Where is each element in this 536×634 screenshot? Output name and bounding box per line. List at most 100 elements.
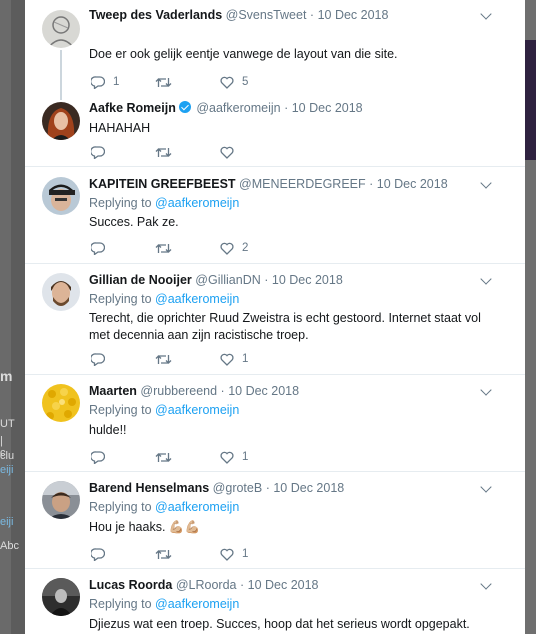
separator: · (220, 384, 225, 398)
chevron-down-icon[interactable] (480, 273, 492, 285)
reply-button[interactable]: 1 (91, 74, 119, 90)
replying-prefix: Replying to (89, 500, 152, 514)
tweet-date[interactable]: 10 Dec 2018 (248, 578, 319, 592)
background-fragment: eiji (0, 516, 14, 528)
separator: · (265, 481, 270, 495)
avatar[interactable] (42, 578, 80, 616)
replies-panel[interactable]: Tweep des Vaderlands @SvensTweet · 10 De… (25, 0, 525, 634)
user-handle[interactable]: @MENEERDEGREEF (239, 177, 366, 191)
avatar[interactable] (42, 177, 80, 215)
replying-to: Replying to @aafkeromeijn (89, 292, 239, 306)
tweet-date[interactable]: 10 Dec 2018 (318, 8, 389, 22)
user-handle[interactable]: @rubbereend (140, 384, 217, 398)
tweet-text: Djiezus wat een troep. Succes, hoop dat … (89, 617, 470, 631)
retweet-icon (155, 76, 172, 89)
tweet-text: hulde!! (89, 423, 127, 437)
tweet-header: KAPITEIN GREEFBEEST @MENEERDEGREEF · 10 … (89, 177, 448, 191)
tweet-date[interactable]: 10 Dec 2018 (377, 177, 448, 191)
reply-button[interactable] (91, 546, 113, 562)
chevron-down-icon[interactable] (480, 481, 492, 493)
display-name[interactable]: Aafke Romeijn (89, 101, 176, 115)
chevron-down-icon[interactable] (480, 384, 492, 396)
retweet-icon (155, 548, 172, 561)
user-handle[interactable]: @aafkeromeijn (196, 101, 280, 115)
retweet-button[interactable] (155, 546, 180, 562)
display-name[interactable]: Gillian de Nooijer (89, 273, 192, 287)
tweet-header: Lucas Roorda @LRoorda · 10 Dec 2018 (89, 578, 319, 592)
avatar[interactable] (42, 273, 80, 311)
tweet[interactable]: Maarten @rubbereend · 10 Dec 2018 Replyi… (25, 375, 525, 472)
chevron-down-icon[interactable] (480, 578, 492, 590)
reply-button[interactable] (91, 240, 113, 256)
like-button[interactable] (220, 144, 242, 160)
replying-to-link[interactable]: @aafkeromeijn (155, 403, 239, 417)
separator: · (284, 101, 289, 115)
retweet-button[interactable] (155, 240, 180, 256)
background-fragment: Abc (0, 540, 19, 552)
avatar[interactable] (42, 384, 80, 422)
display-name[interactable]: Maarten (89, 384, 137, 398)
tweet-text: Hou je haaks. 💪🏼💪🏼 (89, 520, 201, 534)
tweet[interactable]: Aafke Romeijn @aafkeromeijn · 10 Dec 201… (25, 96, 525, 167)
tweet[interactable]: Barend Henselmans @groteB · 10 Dec 2018 … (25, 472, 525, 569)
like-count: 1 (242, 451, 249, 463)
like-button[interactable]: 5 (220, 74, 248, 90)
background-banner-strip (525, 40, 536, 160)
tweet-date[interactable]: 10 Dec 2018 (228, 384, 299, 398)
tweet-header: Barend Henselmans @groteB · 10 Dec 2018 (89, 481, 344, 495)
user-handle[interactable]: @GillianDN (195, 273, 260, 287)
retweet-button[interactable] (155, 351, 180, 367)
tweet-date[interactable]: 10 Dec 2018 (272, 273, 343, 287)
avatar[interactable] (42, 102, 80, 140)
like-button[interactable]: 1 (220, 546, 248, 562)
display-name[interactable]: KAPITEIN GREEFBEEST (89, 177, 236, 191)
reply-button[interactable] (91, 144, 113, 160)
display-name[interactable]: Tweep des Vaderlands (89, 8, 222, 22)
replying-to: Replying to @aafkeromeijn (89, 500, 239, 514)
tweet-header: Aafke Romeijn @aafkeromeijn · 10 Dec 201… (89, 101, 363, 115)
replying-to-link[interactable]: @aafkeromeijn (155, 597, 239, 611)
user-handle[interactable]: @SvensTweet (226, 8, 307, 22)
user-handle[interactable]: @groteB (213, 481, 263, 495)
like-button[interactable]: 1 (220, 351, 248, 367)
background-page-right-edge (525, 0, 536, 634)
chevron-down-icon[interactable] (480, 177, 492, 189)
tweet-date[interactable]: 10 Dec 2018 (273, 481, 344, 495)
replying-to-link[interactable]: @aafkeromeijn (155, 292, 239, 306)
tweet-date[interactable]: 10 Dec 2018 (292, 101, 363, 115)
reply-button[interactable] (91, 351, 113, 367)
tweet[interactable]: KAPITEIN GREEFBEEST @MENEERDEGREEF · 10 … (25, 167, 525, 264)
chevron-down-icon[interactable] (480, 8, 492, 20)
reply-icon (91, 352, 105, 366)
reply-icon (91, 75, 105, 89)
like-count: 5 (242, 76, 249, 88)
replying-to-link[interactable]: @aafkeromeijn (155, 196, 239, 210)
separator: · (309, 8, 315, 22)
reply-count: 1 (113, 76, 120, 88)
tweet[interactable]: Gillian de Nooijer @GillianDN · 10 Dec 2… (25, 264, 525, 375)
like-count: 2 (242, 242, 249, 254)
replying-prefix: Replying to (89, 597, 152, 611)
retweet-button[interactable] (155, 74, 180, 90)
tweet[interactable]: Lucas Roorda @LRoorda · 10 Dec 2018 Repl… (25, 569, 525, 634)
display-name[interactable]: Lucas Roorda (89, 578, 172, 592)
reply-icon (91, 450, 105, 464)
background-page-left-edge: m UT | c clu eiji eiji Abc (0, 0, 19, 634)
retweet-button[interactable] (155, 144, 180, 160)
reply-button[interactable] (91, 449, 113, 465)
retweet-button[interactable] (155, 449, 180, 465)
user-handle[interactable]: @LRoorda (176, 578, 237, 592)
replying-to-link[interactable]: @aafkeromeijn (155, 500, 239, 514)
display-name[interactable]: Barend Henselmans (89, 481, 209, 495)
retweet-icon (155, 146, 172, 159)
like-button[interactable]: 1 (220, 449, 248, 465)
retweet-icon (155, 353, 172, 366)
heart-icon (220, 242, 234, 255)
replying-to: Replying to @aafkeromeijn (89, 196, 239, 210)
like-button[interactable]: 2 (220, 240, 248, 256)
tweet[interactable]: Tweep des Vaderlands @SvensTweet · 10 De… (25, 0, 525, 100)
reply-icon (91, 241, 105, 255)
heart-icon (220, 353, 234, 366)
avatar[interactable] (42, 10, 80, 48)
avatar[interactable] (42, 481, 80, 519)
